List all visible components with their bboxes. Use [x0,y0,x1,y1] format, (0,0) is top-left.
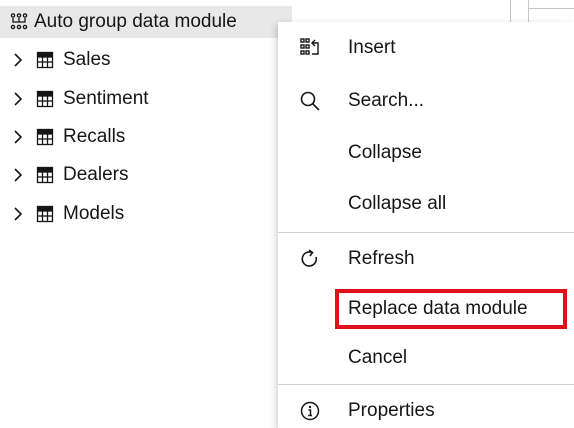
context-menu: Insert Search... Collapse Collapse all R… [278,22,574,428]
menu-item-label: Cancel [348,347,408,368]
column-divider [528,8,574,9]
tree-root-item[interactable]: Auto group data module [0,6,292,38]
insert-icon [298,36,322,60]
data-module-icon [8,11,30,33]
refresh-icon [298,247,322,271]
tree-item-label: Sales [63,49,111,70]
menu-item-label: Refresh [348,248,415,269]
table-icon [35,50,55,70]
menu-item-label: Replace data module [348,298,528,319]
search-icon [298,89,322,113]
menu-item-label: Search... [348,90,425,111]
table-icon [35,127,55,147]
chevron-right-icon[interactable] [10,91,26,107]
menu-item-cancel[interactable]: Cancel [278,332,574,384]
chevron-right-icon[interactable] [10,206,26,222]
menu-item-replace-data-module[interactable]: Replace data module [278,283,574,335]
app-page: Auto group data module Sales Sentiment R… [0,0,574,428]
tree-item-models[interactable]: Models [0,198,270,230]
menu-item-collapse[interactable]: Collapse [278,127,574,179]
data-module-tree: Auto group data module Sales Sentiment R… [0,0,292,428]
menu-item-collapse-all[interactable]: Collapse all [278,178,574,230]
table-icon [35,165,55,185]
chevron-right-icon[interactable] [10,52,26,68]
tree-item-label: Models [63,203,125,224]
menu-item-label: Insert [348,37,396,58]
tree-item-label: Recalls [63,126,126,147]
info-icon [298,399,322,423]
tree-item-label: Sentiment [63,88,149,109]
menu-item-insert[interactable]: Insert [278,22,574,74]
table-icon [35,89,55,109]
tree-item-sales[interactable]: Sales [0,44,270,76]
tree-item-recalls[interactable]: Recalls [0,121,270,153]
menu-item-label: Collapse [348,142,422,163]
chevron-right-icon[interactable] [10,129,26,145]
table-icon [35,204,55,224]
menu-item-label: Collapse all [348,193,447,214]
menu-item-search[interactable]: Search... [278,75,574,127]
menu-item-label: Properties [348,400,435,421]
menu-item-refresh[interactable]: Refresh [278,233,574,285]
tree-item-sentiment[interactable]: Sentiment [0,83,270,115]
tree-item-label: Dealers [63,164,129,185]
tree-item-dealers[interactable]: Dealers [0,159,270,191]
chevron-right-icon[interactable] [10,167,26,183]
tree-root-label: Auto group data module [34,11,237,32]
menu-item-properties[interactable]: Properties [278,385,574,428]
